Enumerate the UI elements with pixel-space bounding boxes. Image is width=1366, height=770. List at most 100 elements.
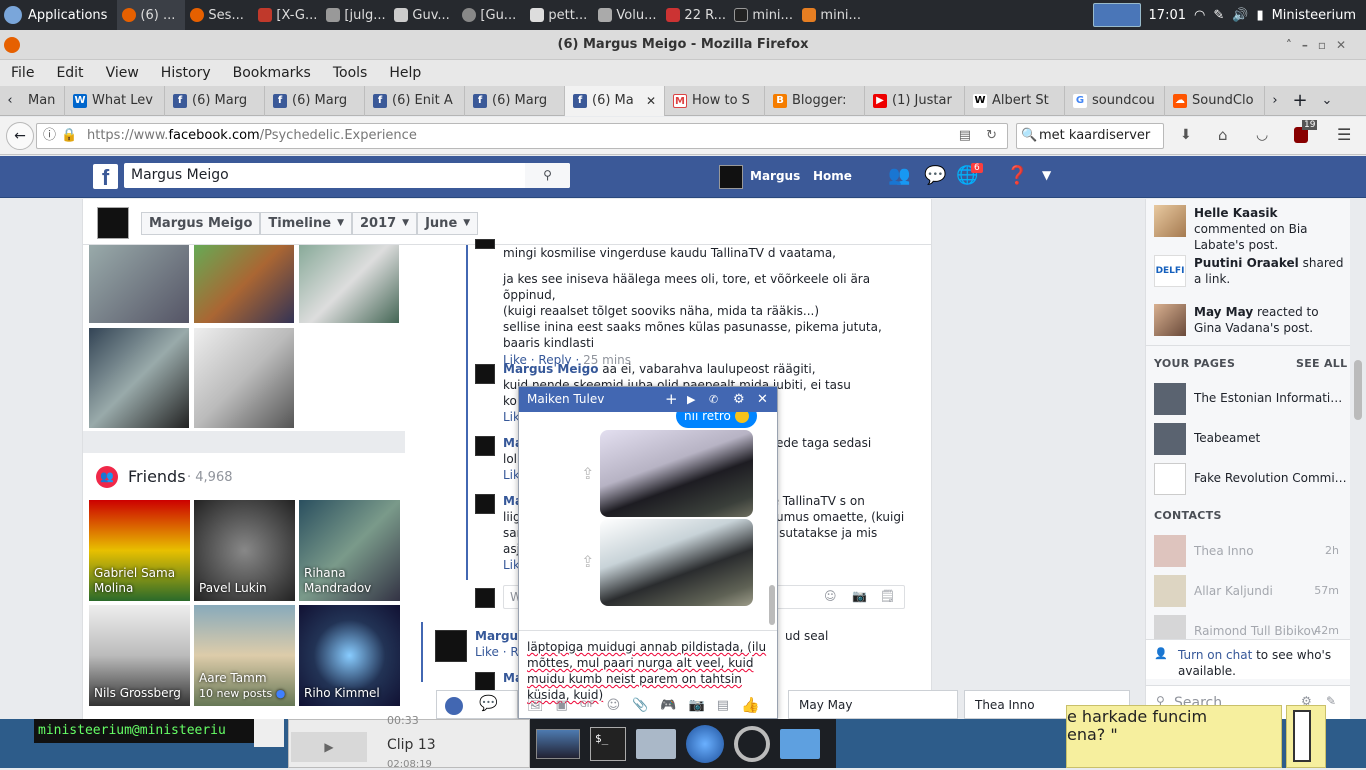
files-dock-icon[interactable] <box>780 728 820 759</box>
downloads-icon[interactable]: ⬇ <box>1180 127 1192 143</box>
photo-thumbnail[interactable] <box>194 328 294 428</box>
task-volume[interactable]: Volu... <box>593 0 661 30</box>
image-icon[interactable]: 🖼 <box>527 698 544 713</box>
timeline-name[interactable]: Margus Meigo <box>141 212 261 235</box>
page-item[interactable]: The Estonian Information ... <box>1154 383 1349 415</box>
new-tab-icon[interactable]: + <box>1285 90 1315 111</box>
menu-help[interactable]: Help <box>389 65 421 81</box>
hamburger-menu-icon[interactable]: ☰ <box>1337 125 1351 144</box>
turn-on-chat-link[interactable]: Turn on chat <box>1178 648 1252 662</box>
tab-fb-1[interactable]: f (6) Marg <box>165 85 265 116</box>
friend-tile[interactable]: Nils Grossberg <box>89 605 190 706</box>
sticker-icon[interactable]: ▣ <box>556 698 568 713</box>
month-dropdown[interactable]: June ▼ <box>417 212 479 235</box>
chat-title[interactable]: Maiken Tulev <box>527 392 604 406</box>
url-bar[interactable]: ⓘ 🔒 https://www.facebook.com/Psychedelic… <box>36 123 1008 149</box>
chat-header[interactable]: Maiken Tulev + ▶ ✆ ⚙ ✕ <box>519 387 777 412</box>
gif-icon[interactable]: GIF <box>580 700 595 710</box>
video-call-icon[interactable]: ▶ <box>687 387 695 412</box>
chat-settings-icon[interactable]: ⚙ <box>733 387 745 412</box>
home-folder-dock-icon[interactable] <box>636 728 676 759</box>
comment-avatar[interactable] <box>435 630 467 662</box>
profile-name[interactable]: Margus <box>750 169 800 183</box>
facebook-logo-icon[interactable]: f <box>93 164 118 190</box>
compose-icon[interactable]: ✎ <box>1326 694 1336 708</box>
chat-tab-may-may[interactable]: May May <box>788 690 958 719</box>
account-menu-arrow-icon[interactable]: ▼ <box>1042 168 1051 182</box>
media-player-window[interactable]: 00:33 ▶ Clip 13 02:08:19 <box>288 714 530 770</box>
ticker-item[interactable]: DELFI Puutini Oraakel shared a link. <box>1154 255 1349 295</box>
home-icon[interactable]: ⌂ <box>1218 126 1228 144</box>
comment-avatar[interactable] <box>475 364 495 384</box>
tab-fb-3[interactable]: f (6) Enit A <box>365 85 465 116</box>
wifi-icon[interactable]: ◠ <box>1194 8 1205 23</box>
search-dock-icon[interactable] <box>734 725 770 762</box>
firefox-tray-icon[interactable] <box>1092 3 1141 27</box>
friends-title[interactable]: Friends <box>128 467 186 486</box>
photo-thumbnail[interactable] <box>89 328 189 428</box>
page-item[interactable]: Fake Revolution Commie... <box>1154 463 1349 495</box>
friend-tile[interactable]: Riho Kimmel <box>299 605 400 706</box>
add-person-icon[interactable]: + <box>665 387 678 412</box>
help-icon[interactable]: ❓ <box>1006 165 1028 186</box>
task-pett[interactable]: pett... <box>525 0 593 30</box>
battery-icon[interactable]: ▮ <box>1256 8 1263 23</box>
fb-search-input[interactable]: Margus Meigo <box>124 163 570 188</box>
task-mini-1[interactable]: mini... <box>729 0 797 30</box>
task-editor-1[interactable]: [X-G... <box>253 0 321 30</box>
sticky-note[interactable]: e harkade funcim ena? " <box>1066 705 1282 768</box>
profile-avatar[interactable] <box>719 165 743 189</box>
menu-edit[interactable]: Edit <box>56 65 83 81</box>
tab-youtube[interactable]: ▶ (1) Justar <box>865 85 965 116</box>
comment-avatar[interactable] <box>475 588 495 608</box>
tab-soundcloud[interactable]: ☁ SoundClo <box>1165 85 1265 116</box>
friend-tile[interactable]: Rihana Mandradov <box>299 500 400 601</box>
attach-icon[interactable]: 📎 <box>632 698 648 713</box>
camera-icon[interactable]: 📷 <box>852 589 867 603</box>
contact-item[interactable]: Thea Inno 2h <box>1154 535 1349 567</box>
tab-list-icon[interactable]: ⌄ <box>1315 93 1339 108</box>
sticky-note-scrollbar[interactable] <box>1293 710 1311 762</box>
info-icon[interactable]: ⓘ <box>43 124 56 148</box>
messenger-icon[interactable]: 💬 <box>924 165 946 186</box>
ticker-item[interactable]: Helle Kaasik commented on Bia Labate's p… <box>1154 205 1349 252</box>
applications-menu[interactable]: Applications <box>0 0 117 30</box>
tab-what-lev[interactable]: W What Lev <box>65 85 165 116</box>
tab-man[interactable]: Man <box>20 85 65 116</box>
globe-icon[interactable] <box>445 697 463 715</box>
year-dropdown[interactable]: 2017 ▼ <box>351 212 418 235</box>
volume-icon[interactable]: 🔊 <box>1232 8 1248 23</box>
comment-author[interactable]: Margus Meigo <box>503 362 598 376</box>
screen-dock-icon[interactable] <box>536 728 580 759</box>
chat-photo[interactable] <box>600 519 753 606</box>
ticker-item[interactable]: May May reacted to Gina Vadana's post. <box>1154 304 1349 344</box>
photo-thumbnail[interactable] <box>194 245 294 323</box>
clock[interactable]: 17:01 <box>1149 8 1186 23</box>
chat-message-input[interactable]: läptopiga muidugi annab pildistada, (ilu… <box>519 630 777 702</box>
tab-scroll-right-icon[interactable]: › <box>1265 93 1285 108</box>
task-firefox-1[interactable]: (6) ... <box>117 0 186 30</box>
menu-tools[interactable]: Tools <box>333 65 368 81</box>
emoji-icon[interactable]: ☺ <box>824 589 837 603</box>
home-link[interactable]: Home <box>813 169 852 183</box>
phone-call-icon[interactable]: ✆ <box>709 387 718 412</box>
tab-fb-active[interactable]: f (6) Ma ✕ <box>565 85 665 116</box>
friend-requests-icon[interactable]: 👥 <box>888 165 910 186</box>
lock-icon[interactable]: 🔒 <box>61 124 77 148</box>
photo-thumbnail[interactable] <box>89 245 189 323</box>
terminal-dock-icon[interactable]: $_ <box>590 726 626 761</box>
emoji-icon[interactable]: ☺ <box>607 698 621 713</box>
reader-view-icon[interactable]: ▤ <box>959 124 971 148</box>
tab-gmail[interactable]: M How to S <box>665 85 765 116</box>
fb-search-button-icon[interactable]: ⚲ <box>525 163 570 188</box>
task-mini-2[interactable]: mini... <box>797 0 865 30</box>
menu-view[interactable]: View <box>106 65 139 81</box>
task-firefox-2[interactable]: Ses... <box>185 0 253 30</box>
contact-item[interactable]: Allar Kaljundi 57m <box>1154 575 1349 607</box>
share-icon[interactable]: ⇪ <box>581 552 594 571</box>
friend-tile[interactable]: Gabriel Sama Molina <box>89 500 190 601</box>
menu-file[interactable]: File <box>11 65 34 81</box>
camera-icon[interactable]: 📷 <box>689 698 705 713</box>
tab-google[interactable]: Gsoundcou <box>1065 85 1165 116</box>
sticker-icon[interactable]: 🗒 <box>880 589 895 603</box>
